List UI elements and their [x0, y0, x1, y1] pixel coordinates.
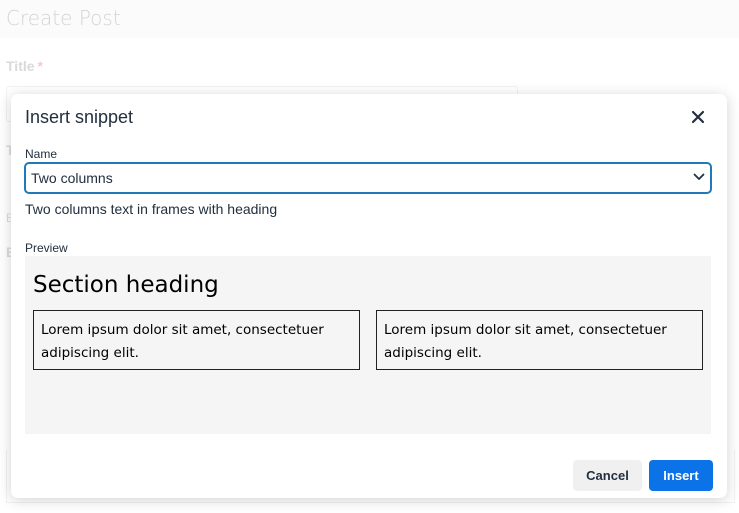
insert-button[interactable]: Insert: [649, 460, 713, 491]
preview-heading: Section heading: [33, 272, 219, 298]
close-icon: [691, 110, 705, 124]
name-label: Name: [25, 147, 58, 161]
preview-label: Preview: [25, 241, 68, 255]
insert-snippet-dialog: Insert snippet Name Two columns Two colu…: [11, 94, 727, 498]
preview-column-left: Lorem ipsum dolor sit amet, consectetuer…: [33, 310, 360, 370]
dialog-title: Insert snippet: [25, 107, 134, 127]
snippet-select-value: Two columns: [31, 170, 113, 186]
snippet-description: Two columns text in frames with heading: [25, 201, 278, 217]
chevron-down-icon: [693, 173, 705, 180]
snippet-select[interactable]: Two columns: [25, 163, 711, 193]
preview-column-right: Lorem ipsum dolor sit amet, consectetuer…: [376, 310, 703, 370]
cancel-button[interactable]: Cancel: [573, 460, 642, 491]
close-button[interactable]: [686, 105, 710, 129]
snippet-preview: Section heading Lorem ipsum dolor sit am…: [25, 256, 711, 434]
